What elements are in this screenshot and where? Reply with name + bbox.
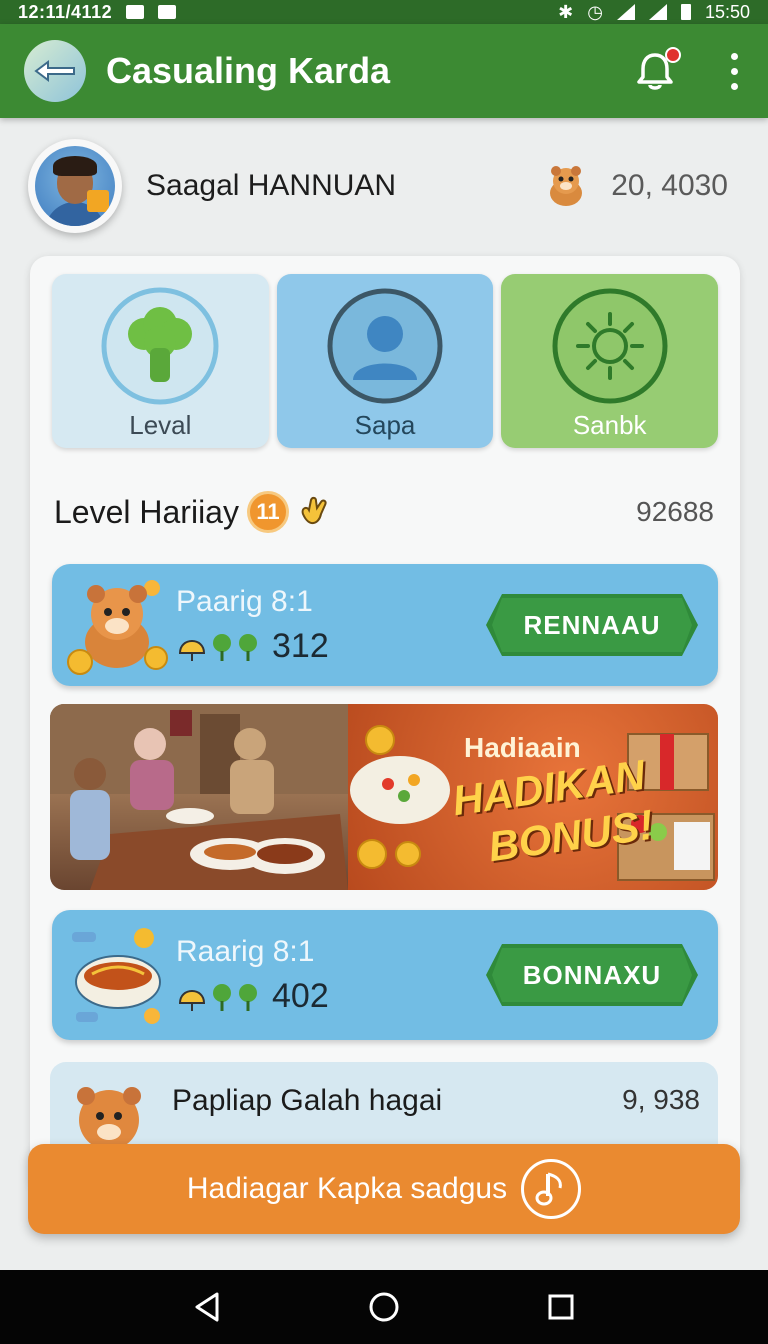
reward-count: 312: [272, 626, 329, 665]
back-nav-icon[interactable]: [193, 1292, 221, 1322]
status-time-left: 12:11/4112: [18, 1, 113, 22]
bonus-promo: Hadiaain HADIKAN BONUS!: [348, 704, 718, 890]
status-time-right: 15:50: [704, 1, 750, 22]
status-right: ✱ ◷ 15:50: [558, 2, 750, 23]
home-nav-icon[interactable]: [368, 1291, 400, 1323]
reward-text: Paarig 8:1 312: [176, 585, 329, 666]
hamster-coin-icon: [543, 163, 589, 209]
level-score: 92688: [636, 496, 714, 527]
avatar[interactable]: [28, 139, 122, 233]
wifi-icon: [616, 4, 635, 20]
claim-button[interactable]: BONNAXU: [486, 944, 698, 1006]
tile-sanbk[interactable]: Sanbk: [501, 274, 719, 448]
tile-level[interactable]: Leval: [52, 274, 269, 448]
recents-nav-icon[interactable]: [547, 1293, 575, 1321]
reward-text: Raarig 8:1 402: [176, 935, 329, 1016]
reward-count: 402: [272, 976, 329, 1015]
hamster-mascot-icon: [77, 1087, 141, 1150]
main-card: Leval Sapa Sanbk Level Hariiay 11 92688 …: [30, 256, 740, 1196]
notification-icon-2: [158, 5, 177, 19]
list-item-title: Papliap Galah hagai: [172, 1084, 443, 1117]
notification-icon: [126, 5, 145, 19]
claim-button[interactable]: RENNAAU: [486, 594, 698, 656]
alarm-icon: ◷: [587, 1, 603, 22]
reward-stats: 402: [176, 977, 329, 1016]
category-tiles: Leval Sapa Sanbk: [52, 274, 719, 448]
level-badge: 11: [246, 491, 289, 533]
battery-icon: [680, 4, 691, 20]
signal-icon: [648, 4, 667, 20]
cta-button[interactable]: Hadiagar Kapka sadgus: [28, 1144, 740, 1234]
reward-row[interactable]: Raarig 8:1 402 BONNAXU: [52, 910, 718, 1040]
level-title: Level Hariiay: [54, 493, 239, 530]
coin-balance: 20, 4030: [611, 169, 728, 202]
music-note-icon: [521, 1159, 582, 1219]
app-actions: [633, 47, 744, 94]
status-bar: 12:11/4112 ✱ ◷ 15:50: [0, 0, 768, 24]
reward-row[interactable]: Paarig 8:1 312 RENNAAU: [52, 564, 718, 686]
hamster-mascot-icon: [67, 580, 168, 675]
notification-dot: [665, 47, 681, 63]
list-item-value: 9, 938: [622, 1084, 700, 1115]
promo-small-text: Hadiaain: [464, 732, 581, 763]
app-bar: Casualing Karda: [0, 24, 768, 118]
claim-button-label: BONNAXU: [522, 959, 662, 990]
tile-sapa-label: Sapa: [354, 410, 416, 440]
reward-stats: 312: [176, 627, 329, 666]
reward-title: Paarig 8:1: [176, 584, 313, 618]
cta-label: Hadiagar Kapka sadgus: [186, 1172, 508, 1205]
tile-sapa[interactable]: Sapa: [276, 274, 494, 448]
broccoli-icon: [101, 287, 219, 405]
hand-wave-icon: [301, 496, 327, 524]
claim-button-label: RENNAAU: [523, 609, 661, 640]
back-logo-icon[interactable]: [24, 40, 86, 102]
app-title: Casualing Karda: [106, 50, 391, 91]
promo-banner[interactable]: Hadiaain HADIKAN BONUS!: [50, 704, 718, 890]
profile-row: Saagal HANNUAN 20, 4030: [28, 138, 740, 234]
bell-tree-icons: [178, 634, 257, 661]
tile-level-label: Leval: [129, 410, 192, 440]
bluetooth-icon: ✱: [558, 1, 574, 22]
profile-name: Saagal HANNUAN: [146, 169, 397, 202]
family-dinner-image: [50, 704, 348, 890]
person-icon: [327, 288, 443, 404]
sun-icon: [552, 288, 668, 404]
reward-title: Raarig 8:1: [176, 934, 315, 968]
system-nav-bar: [0, 1270, 768, 1344]
bell-icon[interactable]: [633, 47, 681, 93]
more-vert-icon[interactable]: [725, 49, 744, 94]
tile-sanbk-label: Sanbk: [572, 410, 647, 440]
bell-tree-icons: [178, 984, 257, 1011]
noodle-bowl-icon: [72, 928, 161, 1024]
level-row: Level Hariiay 11 92688: [54, 488, 714, 536]
